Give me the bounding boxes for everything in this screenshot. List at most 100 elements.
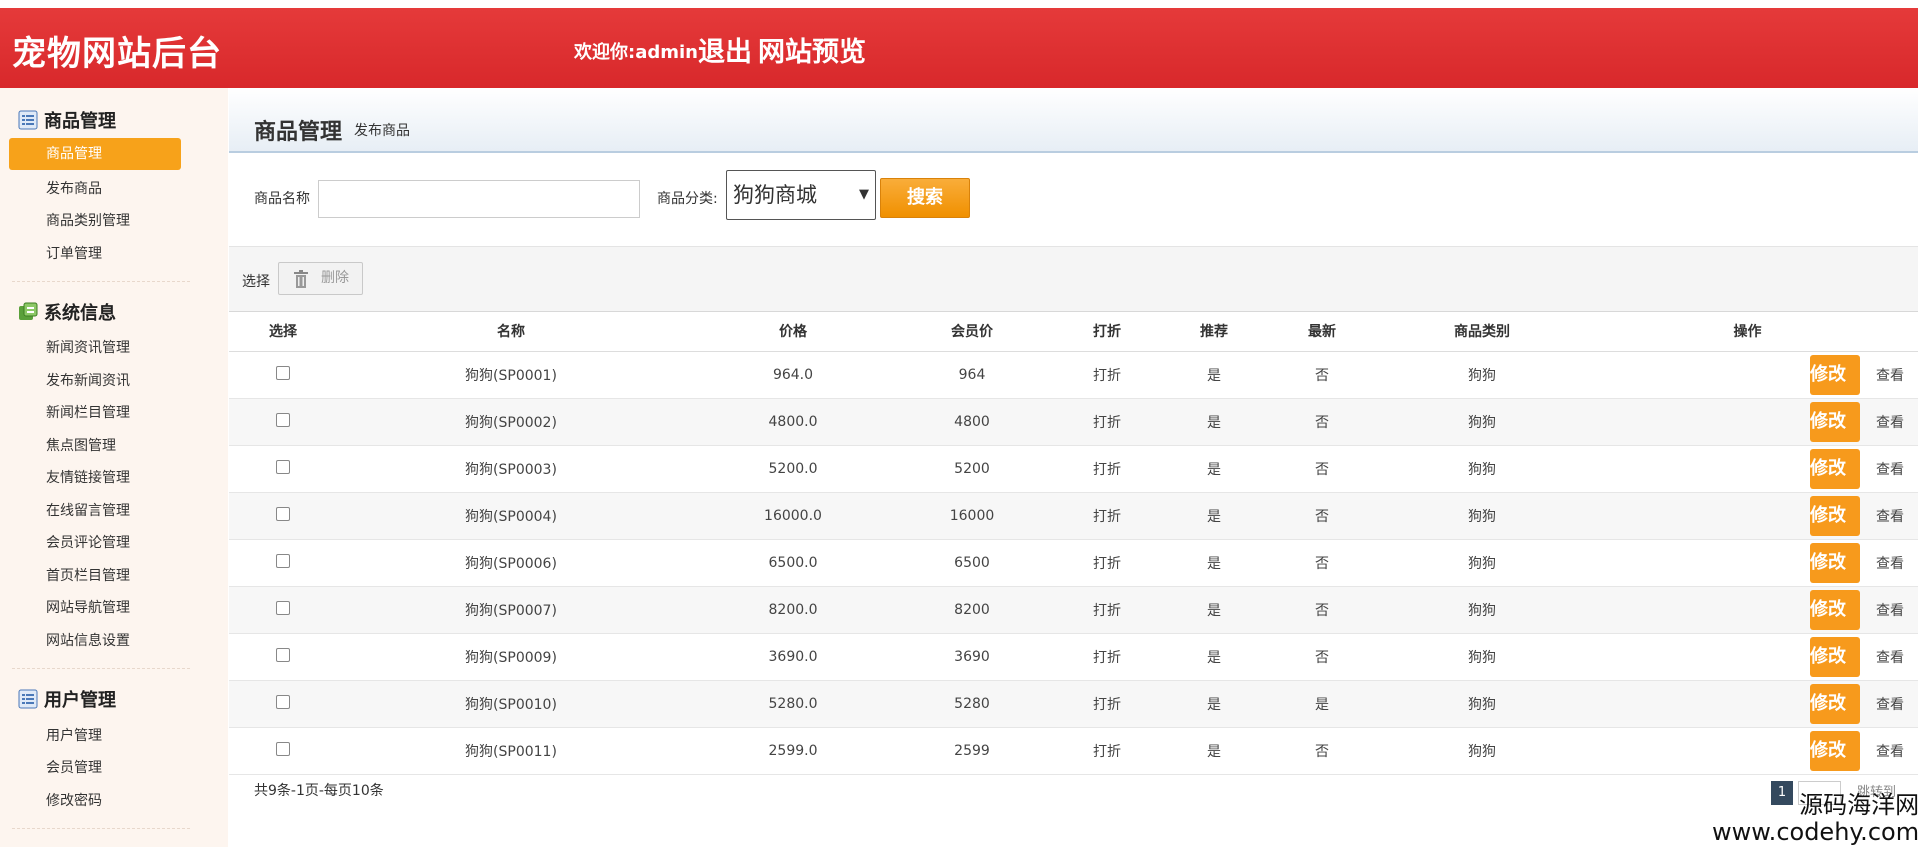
sidebar-item-orders[interactable]: 订单管理 [46, 243, 102, 263]
row-checkbox[interactable] [276, 694, 290, 709]
header-bar: 宠物网站后台 欢迎你:admin 退出 网站预览 [0, 8, 1918, 88]
edit-button[interactable]: 修改 [1810, 730, 1860, 771]
sidebar-item-publish-goods[interactable]: 发布商品 [46, 178, 102, 198]
cell-recommend: 是 [1171, 539, 1257, 587]
goods-table: 选择 名称 价格 会员价 打折 推荐 最新 商品类别 操作 狗狗(SP0001)… [229, 312, 1918, 775]
cell-category: 狗狗 [1387, 445, 1577, 493]
cell-newest: 否 [1257, 727, 1387, 775]
cell-category: 狗狗 [1387, 586, 1577, 634]
cell-price: 4800.0 [685, 398, 901, 446]
view-link[interactable]: 查看 [1876, 365, 1904, 385]
sidebar-item-site-nav[interactable]: 网站导航管理 [46, 597, 130, 617]
cell-name: 狗狗(SP0002) [337, 398, 685, 446]
cell-price: 8200.0 [685, 586, 901, 634]
cell-newest: 否 [1257, 633, 1387, 681]
cell-recommend: 是 [1171, 445, 1257, 493]
row-checkbox[interactable] [276, 553, 290, 568]
cell-price: 6500.0 [685, 539, 901, 587]
sidebar-item-publish-news[interactable]: 发布新闻资讯 [46, 370, 130, 390]
row-checkbox[interactable] [276, 506, 290, 521]
col-header-name: 名称 [337, 312, 685, 352]
col-header-recommend: 推荐 [1171, 312, 1257, 352]
row-checkbox[interactable] [276, 647, 290, 662]
breadcrumb-sub-link[interactable]: 发布商品 [354, 120, 410, 140]
view-link[interactable]: 查看 [1876, 600, 1904, 620]
cell-price: 16000.0 [685, 492, 901, 540]
logout-link[interactable]: 退出 [698, 30, 752, 69]
sidebar-group-users: 用户管理 [18, 687, 116, 711]
table-row: 狗狗(SP0011) 2599.0 2599 打折 是 否 狗狗 修改 查看 [229, 727, 1918, 775]
cell-member-price: 4800 [901, 398, 1043, 446]
watermark: 源码海洋网 www.codehy.com [1712, 792, 1918, 846]
sidebar-item-friend-links[interactable]: 友情链接管理 [46, 467, 130, 487]
sidebar-item-goods-category[interactable]: 商品类别管理 [46, 210, 130, 230]
view-link[interactable]: 查看 [1876, 506, 1904, 526]
cell-discount: 打折 [1043, 727, 1171, 775]
cell-newest: 否 [1257, 445, 1387, 493]
view-link[interactable]: 查看 [1876, 694, 1904, 714]
cell-price: 5200.0 [685, 445, 901, 493]
sidebar-item-news[interactable]: 新闻资讯管理 [46, 337, 130, 357]
cell-price: 5280.0 [685, 680, 901, 728]
sidebar-item-site-settings[interactable]: 网站信息设置 [46, 630, 130, 650]
row-checkbox[interactable] [276, 459, 290, 474]
list-icon [18, 110, 38, 130]
site-preview-link[interactable]: 网站预览 [758, 30, 866, 69]
sidebar-item-users[interactable]: 用户管理 [46, 725, 102, 745]
sidebar-item-home-columns[interactable]: 首页栏目管理 [46, 565, 130, 585]
cell-newest: 是 [1257, 680, 1387, 728]
page-title: 商品管理 [254, 120, 343, 145]
cell-discount: 打折 [1043, 680, 1171, 728]
row-checkbox[interactable] [276, 365, 290, 380]
category-select-value: 狗狗商城 [733, 183, 817, 207]
cell-category: 狗狗 [1387, 492, 1577, 540]
view-link[interactable]: 查看 [1876, 459, 1904, 479]
col-header-select: 选择 [229, 312, 337, 352]
col-header-member-price: 会员价 [901, 312, 1043, 352]
cell-newest: 否 [1257, 351, 1387, 399]
row-checkbox[interactable] [276, 600, 290, 615]
edit-button[interactable]: 修改 [1810, 542, 1860, 583]
sidebar-item-focus-images[interactable]: 焦点图管理 [46, 435, 116, 455]
sidebar-item-news-columns[interactable]: 新闻栏目管理 [46, 402, 130, 422]
sidebar-item-member-comments[interactable]: 会员评论管理 [46, 532, 130, 552]
edit-button[interactable]: 修改 [1810, 354, 1860, 395]
edit-button[interactable]: 修改 [1810, 495, 1860, 536]
cell-newest: 否 [1257, 539, 1387, 587]
cell-name: 狗狗(SP0004) [337, 492, 685, 540]
search-button[interactable]: 搜索 [880, 178, 970, 218]
row-checkbox[interactable] [276, 412, 290, 427]
cell-member-price: 2599 [901, 727, 1043, 775]
edit-button[interactable]: 修改 [1810, 589, 1860, 630]
goods-name-label: 商品名称 [254, 191, 310, 207]
cell-name: 狗狗(SP0003) [337, 445, 685, 493]
cell-discount: 打折 [1043, 445, 1171, 493]
view-link[interactable]: 查看 [1876, 647, 1904, 667]
edit-button[interactable]: 修改 [1810, 401, 1860, 442]
cell-discount: 打折 [1043, 398, 1171, 446]
view-link[interactable]: 查看 [1876, 553, 1904, 573]
sidebar-item-change-password[interactable]: 修改密码 [46, 790, 102, 810]
edit-button[interactable]: 修改 [1810, 683, 1860, 724]
view-link[interactable]: 查看 [1876, 412, 1904, 432]
sidebar-item-messages[interactable]: 在线留言管理 [46, 500, 130, 520]
cell-recommend: 是 [1171, 727, 1257, 775]
edit-button[interactable]: 修改 [1810, 448, 1860, 489]
row-checkbox[interactable] [276, 741, 290, 756]
category-select[interactable]: 狗狗商城 ▼ [726, 170, 876, 220]
cell-actions: 修改 查看 [1577, 398, 1918, 446]
sidebar-item-members[interactable]: 会员管理 [46, 757, 102, 777]
sidebar-item-goods-manage[interactable]: 商品管理 [9, 138, 181, 170]
cell-actions: 修改 查看 [1577, 727, 1918, 775]
table-row: 狗狗(SP0010) 5280.0 5280 打折 是 是 狗狗 修改 查看 [229, 680, 1918, 728]
view-link[interactable]: 查看 [1876, 741, 1904, 761]
col-header-category: 商品类别 [1387, 312, 1577, 352]
chevron-down-icon: ▼ [859, 187, 869, 202]
table-row: 狗狗(SP0007) 8200.0 8200 打折 是 否 狗狗 修改 查看 [229, 586, 1918, 634]
delete-button[interactable]: 删除 [278, 262, 363, 295]
goods-name-input[interactable] [318, 180, 640, 218]
cell-name: 狗狗(SP0011) [337, 727, 685, 775]
edit-button[interactable]: 修改 [1810, 636, 1860, 677]
cell-actions: 修改 查看 [1577, 680, 1918, 728]
sidebar-group-label: 用户管理 [44, 690, 116, 711]
